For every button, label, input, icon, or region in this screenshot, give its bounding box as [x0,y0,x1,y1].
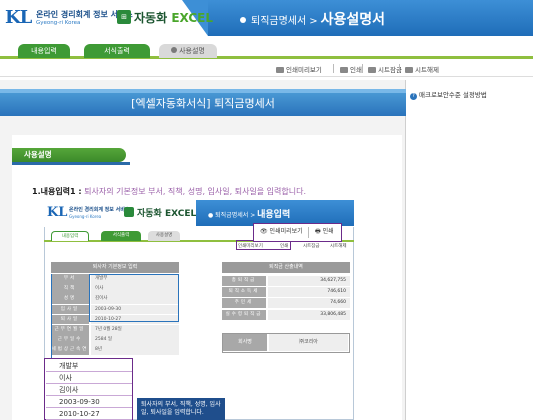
list-item: 2003-09-30 [46,396,132,408]
breadcrumb-item[interactable]: 퇴직금명세서 [251,16,306,27]
right-table-title: 퇴직금 산출내역 [222,262,350,273]
callout-print: 🖶 인쇄 [315,228,334,235]
company-box: 회사명 ㈜코리아 [222,333,350,353]
input-highlight [89,274,179,322]
page-title: [엑셀자동화서식] 퇴직금명세서 [131,97,275,110]
step-label: 1.내용입력1 : 퇴사자의 기본정보 부서, 직책, 성명, 입사일, 퇴사일… [32,187,307,196]
info-icon [171,47,178,53]
row-value: 33,806,485 [268,309,350,320]
breadcrumb-separator: > [309,16,318,27]
eye-icon [276,67,284,73]
bullet-icon [240,17,246,23]
row-value: 746,610 [268,287,350,298]
table-row: 총퇴직금 34,627,755 [222,276,350,286]
app-name-ko: 자동화 [134,11,168,25]
example-tab-output: 서식출력 [101,231,141,241]
excel-icon: ⊞ [117,10,131,24]
macro-security-help-link[interactable]: ? 매크로보안수준 설정방법 [410,89,487,100]
printer-icon [340,67,348,73]
list-item: 개발부 [46,360,132,372]
lock-icon [368,67,376,73]
app-name: ⊞ 자동화 EXCEL [117,8,215,30]
print-preview-button[interactable]: 인쇄미리보기 [276,64,322,74]
right-sidebar [407,80,533,420]
instruction-note: 퇴사자의 부서, 직책, 성명, 입사일, 퇴사일을 입력합니다. [137,398,225,420]
row-label: 주민세 [222,298,266,309]
tab-usage-guide[interactable]: 사용설명 [159,44,217,58]
company-value: ㈜코리아 [269,334,348,351]
table-row: 근무일수 2584 일 [51,335,179,345]
row-value[interactable]: 8년 [91,345,179,355]
row-label: 퇴직소득세 [222,287,266,298]
example-logo-subtitle: Gyeong-ri Korea [69,214,102,219]
step-description: 퇴사자의 기본정보 부서, 직책, 성명, 입사일, 퇴사일을 입력합니다. [84,187,307,196]
example-sheet-lock: 시트잠금 [303,244,320,249]
example-sheet-unlock: 시트해제 [330,244,347,249]
toolbar [0,61,533,77]
sheet-lock-button[interactable]: 시트잠금 [368,64,402,74]
example-app-name: 자동화 EXCEL [137,209,197,219]
table-row: 퇴직소득세 746,610 [222,287,350,298]
row-value: 34,627,755 [268,276,350,286]
callout-preview: 👁 인쇄미리보기 [260,228,303,235]
example-tab-input: 내용입력 [51,231,89,241]
row-value[interactable]: 2584 일 [91,335,179,345]
help-icon: ? [410,93,417,100]
tab-bar [0,40,533,59]
kl-logo[interactable]: KL [5,7,32,28]
table-row: 실수령퇴직금 33,806,485 [222,309,350,320]
unlock-icon [405,67,413,73]
row-value[interactable]: 7년 0월 28일 [91,325,179,335]
section-heading: 사용설명 [12,148,126,162]
connector-line [51,274,59,364]
row-value: 74,660 [268,298,350,309]
app-name-en: EXCEL [171,11,213,25]
toolbar-callout: 👁 인쇄미리보기 🖶 인쇄 [253,223,342,242]
company-label: 회사명 [223,334,267,351]
breadcrumb: 퇴직금명세서 > 사용설명서 [240,9,385,29]
logo-subtitle: Gyeong-ri Korea [36,20,81,26]
print-button[interactable]: 인쇄 [340,64,362,74]
example-tab-usage: 사용설명 [148,231,180,241]
printer-icon: 🖶 [315,228,321,235]
example-kl-logo: KL [47,205,68,220]
breadcrumb-current: 사용설명서 [320,12,385,28]
row-label: 실수령퇴직금 [222,309,266,320]
list-item: 2010-10-27 [46,408,132,420]
sheet-unlock-button[interactable]: 시트해제 [405,64,439,74]
table-row: 주민세 74,660 [222,298,350,309]
tab-content-input[interactable]: 내용입력 [18,44,70,58]
list-item: 김이사 [46,384,132,396]
table-row: 근무연월일 7년 0월 28일 [51,325,179,335]
example-logo-title: 온라인 경리회계 정보 서비스 [69,207,130,213]
example-breadcrumb: ● 퇴직금명세서 > 내용입력 [208,210,291,220]
table-row: 세법상근속연수8년 [51,345,179,362]
section-underline [12,162,130,165]
eye-icon: 👁 [260,228,268,235]
left-table-title: 퇴사자 기본정보 입력 [51,262,179,273]
example-excel-icon [124,207,134,217]
row-label: 총퇴직금 [222,276,266,286]
list-item: 이사 [46,372,132,384]
tab-form-output[interactable]: 서식출력 [84,44,150,58]
